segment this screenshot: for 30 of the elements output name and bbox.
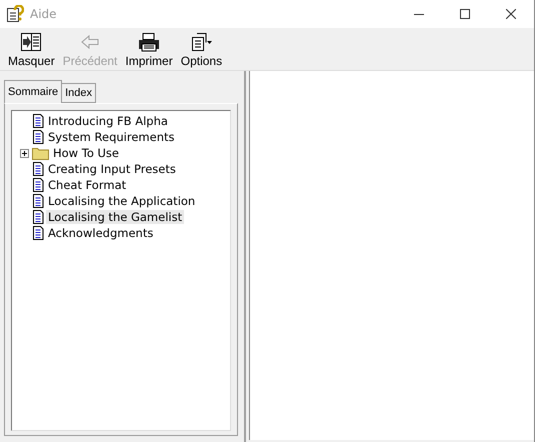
tree-item[interactable]: System Requirements bbox=[46, 130, 176, 144]
maximize-icon bbox=[460, 9, 470, 19]
toolbar-button[interactable]: Masquer bbox=[4, 32, 59, 68]
document-icon bbox=[32, 194, 44, 208]
document-icon bbox=[32, 226, 44, 240]
window-title: Aide bbox=[30, 7, 57, 21]
printer-icon bbox=[137, 32, 162, 52]
document-icon bbox=[32, 162, 44, 176]
toolbar-button[interactable]: Options bbox=[176, 32, 226, 68]
back-arrow-icon bbox=[79, 32, 102, 52]
tab[interactable]: Index bbox=[61, 83, 96, 103]
tree-item[interactable]: Localising the Gamelist bbox=[46, 210, 184, 224]
expand-icon[interactable] bbox=[20, 148, 28, 158]
document-icon bbox=[32, 178, 44, 192]
options-icon bbox=[189, 32, 214, 52]
tab[interactable]: Sommaire bbox=[4, 80, 62, 103]
tree-item[interactable]: Localising the Application bbox=[46, 194, 198, 208]
document-icon bbox=[32, 210, 44, 224]
hide-pane-icon bbox=[20, 32, 42, 52]
tree-item[interactable]: How To Use bbox=[51, 146, 121, 160]
tree-item[interactable]: Acknowledgments bbox=[46, 226, 156, 240]
tree-item[interactable]: Cheat Format bbox=[46, 178, 128, 192]
close-icon bbox=[506, 9, 516, 19]
tree-item[interactable]: Introducing FB Alpha bbox=[46, 114, 170, 128]
document-icon bbox=[32, 130, 44, 144]
toolbar-button[interactable]: Imprimer bbox=[121, 32, 177, 68]
document-icon bbox=[32, 114, 44, 128]
help-icon bbox=[6, 5, 24, 23]
folder-icon bbox=[32, 146, 49, 160]
tree-item[interactable]: Creating Input Presets bbox=[46, 162, 178, 176]
